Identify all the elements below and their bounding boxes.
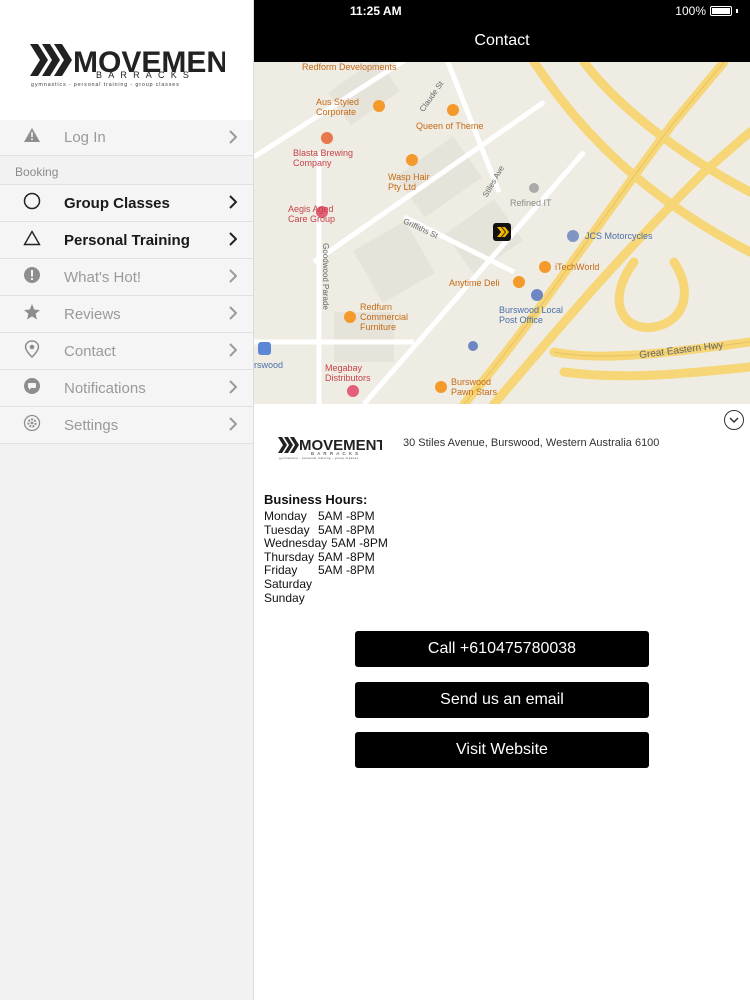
business-address: 30 Stiles Avenue, Burswood, Western Aust… <box>403 437 660 449</box>
chevron-right-icon <box>229 232 238 251</box>
map-poi[interactable]: Megabay Distributors <box>325 363 385 383</box>
brand-tagline: gymnastics - personal training - group c… <box>279 456 359 460</box>
road-label: Goodwood Parade <box>320 243 330 310</box>
contact-logo: MOVEMENT BARRACKS gymnastics - personal … <box>278 434 386 465</box>
gear-icon <box>23 414 41 437</box>
map-poi[interactable]: Burswood Pawn Stars <box>451 377 506 397</box>
chevron-right-icon <box>229 269 238 288</box>
star-icon <box>23 303 41 326</box>
map-poi[interactable]: iTechWorld <box>555 262 599 272</box>
page-title: Contact <box>474 32 530 49</box>
chevron-right-icon <box>229 306 238 325</box>
brand-tagline: gymnastics - personal training - group c… <box>31 82 180 88</box>
map-poi[interactable]: Blasta Brewing Company <box>293 148 368 168</box>
call-button[interactable]: Call +610475780038 <box>355 631 649 667</box>
sidebar-item-label: Reviews <box>64 305 121 323</box>
map-poi[interactable]: Aegis Aged Care Group <box>288 204 348 224</box>
sidebar-item-reviews[interactable]: Reviews <box>0 296 253 333</box>
map-poi[interactable]: Anytime Deli <box>449 278 500 288</box>
chevron-right-icon <box>229 195 238 214</box>
side-menu: Log In Booking Group Classes Personal Tr… <box>0 120 253 444</box>
app-root: MOVEMENT BARRACKS gymnastics - personal … <box>0 0 750 1000</box>
sidebar-item-label: Notifications <box>64 379 146 397</box>
hours-row: Monday 5AM -8PM <box>264 509 375 523</box>
sidebar: MOVEMENT BARRACKS gymnastics - personal … <box>0 0 254 1000</box>
chevron-right-icon <box>229 380 238 399</box>
contact-panel: MOVEMENT BARRACKS gymnastics - personal … <box>254 404 750 1000</box>
hours-title: Business Hours: <box>264 492 368 507</box>
map-poi[interactable]: Burswood Local Post Office <box>499 305 579 325</box>
sidebar-item-label: Contact <box>64 342 116 360</box>
section-label-booking: Booking <box>0 156 253 185</box>
status-time: 11:25 AM <box>350 4 402 18</box>
map-poi[interactable]: JCS Motorcycles <box>585 231 653 241</box>
circle-icon <box>23 192 41 215</box>
sidebar-item-label: Log In <box>64 129 106 146</box>
chevron-right-icon <box>229 343 238 362</box>
battery-icon <box>710 6 732 16</box>
sidebar-item-settings[interactable]: Settings <box>0 407 253 444</box>
hours-row: Saturday <box>264 576 313 591</box>
brand-subtitle: BARRACKS <box>96 70 195 80</box>
battery-percent: 100% <box>675 4 706 18</box>
map-poi[interactable]: Wasp Hair Pty Ltd <box>388 172 438 192</box>
chat-icon <box>23 377 41 400</box>
sidebar-item-contact[interactable]: Contact <box>0 333 253 370</box>
chevron-right-icon <box>229 417 238 436</box>
sidebar-item-login[interactable]: Log In <box>0 120 253 156</box>
website-button[interactable]: Visit Website <box>355 732 649 768</box>
navigation-bar: 11:25 AM 100% Contact <box>254 0 750 62</box>
email-button[interactable]: Send us an email <box>355 682 649 718</box>
sidebar-item-notifications[interactable]: Notifications <box>0 370 253 407</box>
business-hours: Monday 5AM -8PM Tuesday 5AM -8PM Wednesday… <box>264 509 388 605</box>
exclamation-icon <box>23 266 41 289</box>
sidebar-item-label: Personal Training <box>64 231 190 249</box>
sidebar-item-label: Settings <box>64 416 119 434</box>
map-poi[interactable]: rswood <box>254 360 283 370</box>
hours-row: Sunday <box>264 590 305 605</box>
sidebar-item-whats-hot[interactable]: What's Hot! <box>0 259 253 296</box>
map-view[interactable]: Redform Developments Aus Styled Corporat… <box>254 62 750 404</box>
sidebar-item-label: What's Hot! <box>64 268 142 286</box>
hours-row: Wednesday 5AM -8PM <box>264 536 388 551</box>
logo-area: MOVEMENT BARRACKS gymnastics - personal … <box>0 0 253 120</box>
hours-row: Thursday 5AM -8PM <box>264 549 375 564</box>
hours-row: Tuesday 5AM -8PM <box>264 522 375 537</box>
chevron-down-icon <box>729 411 739 429</box>
warning-icon <box>23 127 41 148</box>
map-poi[interactable]: Queen of Theme <box>416 121 483 131</box>
map-poi[interactable]: Redfurn Commercial Furniture <box>360 302 425 332</box>
status-battery: 100% <box>675 4 738 18</box>
chevron-right-icon <box>229 130 238 149</box>
map-poi[interactable]: Redform Developments <box>302 62 397 72</box>
sidebar-item-personal-training[interactable]: Personal Training <box>0 222 253 259</box>
sidebar-item-group-classes[interactable]: Group Classes <box>0 185 253 222</box>
location-pin-icon <box>24 339 40 363</box>
hours-row: Friday 5AM -8PM <box>264 563 375 578</box>
triangle-icon <box>23 229 41 251</box>
map-poi[interactable]: Aus Styled Corporate <box>316 97 376 117</box>
map-poi[interactable]: Refined IT <box>510 198 552 208</box>
sidebar-item-label: Group Classes <box>64 194 170 212</box>
collapse-button[interactable] <box>724 410 744 430</box>
brand-logo: MOVEMENT BARRACKS gymnastics - personal … <box>30 40 246 95</box>
